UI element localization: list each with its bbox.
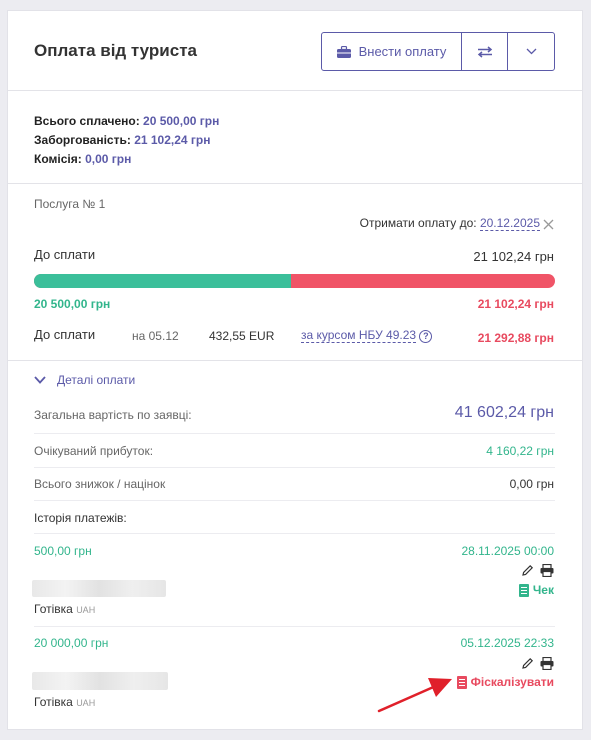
payment-amount: 500,00 грн xyxy=(34,544,92,558)
paid-amount: 20 500,00 грн xyxy=(34,297,111,311)
add-payment-label: Внести оплату xyxy=(358,44,447,59)
swap-arrows-icon xyxy=(477,45,492,58)
discounts-label: Всього знижок / націнок xyxy=(34,477,166,491)
deadline-label: Отримати оплату до: xyxy=(359,216,477,230)
receipt-icon xyxy=(456,675,467,689)
receipt-label: Чек xyxy=(532,583,554,597)
details-toggle-label: Деталі оплати xyxy=(57,373,136,387)
divider xyxy=(34,533,555,534)
payment-amount: 20 000,00 грн xyxy=(34,636,109,650)
chevron-down-icon xyxy=(526,48,536,55)
debt-value: 21 102,24 грн xyxy=(134,133,211,147)
conversion-amount: 432,55 EUR xyxy=(209,329,275,343)
divider xyxy=(34,433,555,434)
fiscalize-label: Фіскалізувати xyxy=(470,675,554,689)
transfer-button[interactable] xyxy=(462,33,508,70)
payment-method-label: Готівка xyxy=(34,695,73,709)
total-cost-value: 41 602,24 грн xyxy=(454,404,554,421)
payment-currency: UAH xyxy=(76,605,96,615)
triangle-down-icon xyxy=(34,376,46,384)
help-icon[interactable]: ? xyxy=(419,330,433,343)
redacted-payer xyxy=(32,672,168,690)
profit-value: 4 160,22 грн xyxy=(486,444,554,458)
payment-currency: UAH xyxy=(76,698,96,708)
conversion-total: 21 292,88 грн xyxy=(477,331,554,345)
close-icon[interactable] xyxy=(543,219,554,230)
redacted-payer xyxy=(32,580,166,597)
deadline-date-picker[interactable]: 20.12.2025 xyxy=(479,216,540,231)
action-button-group: Внести оплату xyxy=(321,32,555,71)
debt-label: Заборгованість: xyxy=(34,133,131,147)
remaining-amount: 21 102,24 грн xyxy=(477,297,554,311)
commission-value: 0,00 грн xyxy=(85,152,132,166)
divider xyxy=(8,360,582,361)
conversion-date: на 05.12 xyxy=(132,329,179,343)
commission-label: Комісія: xyxy=(34,152,82,166)
payment-method-label: Готівка xyxy=(34,602,73,616)
paid-value: 20 500,00 грн xyxy=(143,114,220,128)
print-icon[interactable] xyxy=(540,657,554,670)
to-pay-value: 21 102,24 грн xyxy=(473,249,554,264)
divider xyxy=(34,467,555,468)
commission-summary: Комісія: 0,00 грн xyxy=(34,152,131,166)
print-icon[interactable] xyxy=(540,564,554,577)
exchange-rate: за курсом НБУ 49.23 ? xyxy=(301,328,433,343)
annotation-arrow-icon xyxy=(377,678,452,713)
paid-summary: Всього сплачено: 20 500,00 грн xyxy=(34,114,219,128)
more-dropdown-button[interactable] xyxy=(508,33,554,70)
divider xyxy=(8,183,582,184)
receipt-link[interactable]: Чек xyxy=(518,583,554,597)
profit-label: Очікуваний прибуток: xyxy=(34,444,154,458)
deadline: Отримати оплату до: 20.12.2025 xyxy=(359,216,540,231)
payment-datetime: 05.12.2025 22:33 xyxy=(460,636,554,650)
debt-summary: Заборгованість: 21 102,24 грн xyxy=(34,133,210,147)
payment-progress-bar xyxy=(34,274,555,288)
payment-method: Готівка UAH xyxy=(34,602,95,616)
briefcase-icon xyxy=(336,45,351,58)
divider xyxy=(34,500,555,501)
payment-card: Оплата від туриста Внести оплату Всього … xyxy=(7,10,583,730)
payment-datetime: 28.11.2025 00:00 xyxy=(461,544,554,558)
paid-label: Всього сплачено: xyxy=(34,114,140,128)
conversion-label: До сплати xyxy=(34,327,96,342)
pencil-icon[interactable] xyxy=(521,564,534,577)
to-pay-label: До сплати xyxy=(34,247,96,262)
divider xyxy=(34,626,555,627)
service-title: Послуга № 1 xyxy=(34,197,106,211)
divider xyxy=(8,90,582,91)
discounts-value: 0,00 грн xyxy=(509,477,554,491)
history-label: Історія платежів: xyxy=(34,511,127,525)
page-title: Оплата від туриста xyxy=(34,41,197,60)
payment-method: Готівка UAH xyxy=(34,695,95,709)
receipt-icon xyxy=(518,583,529,597)
details-toggle[interactable]: Деталі оплати xyxy=(34,373,135,387)
pencil-icon[interactable] xyxy=(521,657,534,670)
payment-progress-fill xyxy=(34,274,291,288)
add-payment-button[interactable]: Внести оплату xyxy=(322,33,462,70)
fiscalize-link[interactable]: Фіскалізувати xyxy=(456,675,554,689)
total-cost-label: Загальна вартість по заявці: xyxy=(34,408,192,422)
exchange-rate-link[interactable]: за курсом НБУ 49.23 xyxy=(301,328,417,343)
